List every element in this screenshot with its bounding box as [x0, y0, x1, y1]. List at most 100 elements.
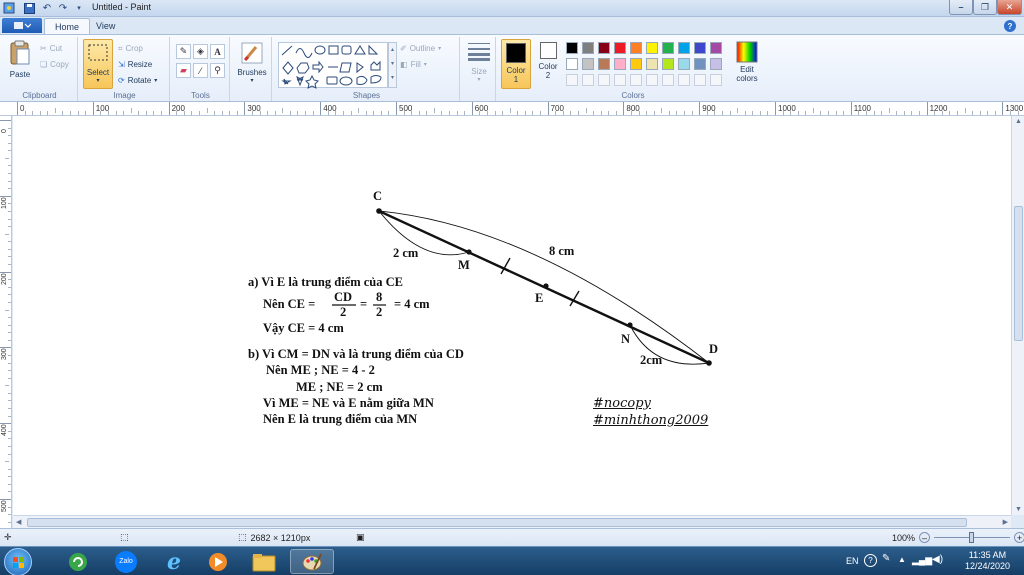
- help-icon[interactable]: ?: [1004, 20, 1016, 32]
- copy-button[interactable]: ❏ Copy: [40, 58, 69, 71]
- undo-icon[interactable]: ↶: [40, 1, 54, 15]
- drawing-canvas[interactable]: C M E N D 2 cm 8 cm 2cm a) Vì E là trung…: [13, 116, 1011, 515]
- save-icon[interactable]: [22, 1, 36, 15]
- label-m: M: [458, 258, 470, 272]
- palette-swatch[interactable]: [630, 58, 642, 70]
- palette-swatch[interactable]: [646, 42, 658, 54]
- tab-view[interactable]: View: [86, 18, 125, 34]
- palette-swatch[interactable]: [694, 42, 706, 54]
- network-tray-icon[interactable]: ▂▄▆: [912, 555, 932, 566]
- zoom-slider-thumb[interactable]: [969, 532, 975, 543]
- maximize-button[interactable]: ❐: [973, 0, 997, 15]
- palette-swatch[interactable]: [710, 58, 722, 70]
- edit-colors-button[interactable]: Edit colors: [730, 41, 764, 83]
- volume-tray-icon[interactable]: ◀): [932, 554, 943, 565]
- color2-button[interactable]: Color 2: [534, 42, 562, 80]
- ruler-minor-tick: [8, 354, 11, 356]
- custom-color-slot[interactable]: [678, 74, 690, 86]
- ruler-minor-tick: [509, 108, 511, 113]
- paste-button[interactable]: Paste: [6, 40, 34, 79]
- palette-swatch[interactable]: [598, 42, 610, 54]
- ruler-minor-tick: [358, 108, 360, 113]
- fill-button[interactable]: ◧ Fill ▾: [400, 58, 427, 71]
- color-picker-icon[interactable]: ⁄: [193, 63, 208, 78]
- taskbar-internet-explorer[interactable]: e: [152, 549, 196, 575]
- eraser-icon[interactable]: ▰: [176, 63, 191, 78]
- shapes-gallery[interactable]: [278, 42, 388, 89]
- file-menu-button[interactable]: [2, 18, 42, 33]
- shapes-gallery-icons: [281, 44, 382, 89]
- magnifier-icon[interactable]: ⚲: [210, 63, 225, 78]
- zoom-in-icon[interactable]: +: [1014, 532, 1024, 543]
- custom-color-slot[interactable]: [646, 74, 658, 86]
- custom-color-slot[interactable]: [582, 74, 594, 86]
- palette-swatch[interactable]: [678, 58, 690, 70]
- resize-button[interactable]: ⇲ Resize: [118, 58, 152, 71]
- palette-swatch[interactable]: [614, 58, 626, 70]
- custom-color-slot[interactable]: [630, 74, 642, 86]
- redo-icon[interactable]: ↷: [56, 1, 70, 15]
- palette-swatch[interactable]: [566, 42, 578, 54]
- palette-swatch[interactable]: [598, 58, 610, 70]
- palette-swatch[interactable]: [614, 42, 626, 54]
- taskbar-paint[interactable]: [290, 549, 334, 574]
- palette-swatch[interactable]: [566, 58, 578, 70]
- help-tray-icon[interactable]: ?: [864, 554, 877, 567]
- quick-access-dropdown-icon[interactable]: ▾: [72, 1, 86, 15]
- palette-swatch[interactable]: [678, 42, 690, 54]
- cut-button[interactable]: ✂ Cut: [40, 42, 62, 55]
- color1-button[interactable]: Color 1: [501, 39, 531, 89]
- start-button[interactable]: [4, 548, 32, 575]
- shapes-scroll[interactable]: ▴ ▾ ▾: [388, 42, 397, 88]
- ruler-minor-tick: [661, 108, 663, 113]
- outline-button[interactable]: ✐ Outline ▾: [400, 42, 441, 55]
- clock[interactable]: 11:35 AM 12/24/2020: [965, 550, 1010, 572]
- palette-swatch[interactable]: [582, 58, 594, 70]
- custom-color-slot[interactable]: [710, 74, 722, 86]
- color1-swatch: [506, 43, 526, 63]
- horizontal-scroll-thumb[interactable]: [27, 518, 967, 527]
- taskbar-zalo[interactable]: Zalo: [104, 549, 148, 574]
- palette-swatch[interactable]: [662, 58, 674, 70]
- palette-swatch[interactable]: [646, 58, 658, 70]
- taskbar-file-explorer[interactable]: [242, 549, 286, 574]
- custom-color-slot[interactable]: [614, 74, 626, 86]
- rotate-button[interactable]: ⟳ Rotate ▾: [118, 74, 157, 87]
- custom-color-slot[interactable]: [694, 74, 706, 86]
- scroll-down-icon[interactable]: ▼: [1015, 506, 1022, 513]
- pencil-icon[interactable]: ✎: [176, 44, 191, 59]
- palette-swatch[interactable]: [662, 42, 674, 54]
- palette-swatch[interactable]: [630, 42, 642, 54]
- minimize-button[interactable]: –: [949, 0, 973, 15]
- custom-color-slot[interactable]: [662, 74, 674, 86]
- paint-app-icon[interactable]: [2, 1, 16, 15]
- palette-swatch[interactable]: [582, 42, 594, 54]
- taskbar-app-1[interactable]: [56, 549, 100, 574]
- palette-swatch[interactable]: [710, 42, 722, 54]
- scroll-left-icon[interactable]: ◀: [16, 518, 21, 526]
- taskbar-media-player[interactable]: [196, 549, 240, 574]
- tab-home[interactable]: Home: [44, 18, 91, 34]
- size-button[interactable]: Size ▾: [464, 41, 494, 83]
- custom-color-slot[interactable]: [566, 74, 578, 86]
- ruler-minor-tick: [8, 400, 11, 402]
- zoom-slider[interactable]: [934, 532, 1011, 543]
- scroll-up-icon[interactable]: ▲: [1015, 118, 1022, 125]
- close-button[interactable]: ✕: [997, 0, 1022, 15]
- show-hidden-icons[interactable]: ▲: [898, 555, 906, 564]
- fill-bucket-icon[interactable]: ◈: [193, 44, 208, 59]
- brushes-button[interactable]: Brushes ▾: [236, 41, 268, 84]
- horizontal-scrollbar[interactable]: ◀ ▶: [13, 515, 1011, 528]
- zoom-out-icon[interactable]: –: [919, 532, 931, 543]
- scroll-right-icon[interactable]: ▶: [1003, 518, 1008, 526]
- crop-button[interactable]: ⌗ Crop: [118, 42, 143, 55]
- language-indicator[interactable]: EN: [846, 556, 859, 566]
- palette-swatch[interactable]: [694, 58, 706, 70]
- vertical-scrollbar[interactable]: ▲ ▼: [1011, 116, 1024, 515]
- select-button[interactable]: Select ▾: [83, 39, 113, 89]
- cursor-position-icon: ✛: [4, 532, 12, 542]
- custom-color-slot[interactable]: [598, 74, 610, 86]
- vertical-scroll-thumb[interactable]: [1014, 206, 1023, 341]
- text-tool-icon[interactable]: A: [210, 44, 225, 59]
- pen-input-icon[interactable]: ✎: [882, 553, 890, 564]
